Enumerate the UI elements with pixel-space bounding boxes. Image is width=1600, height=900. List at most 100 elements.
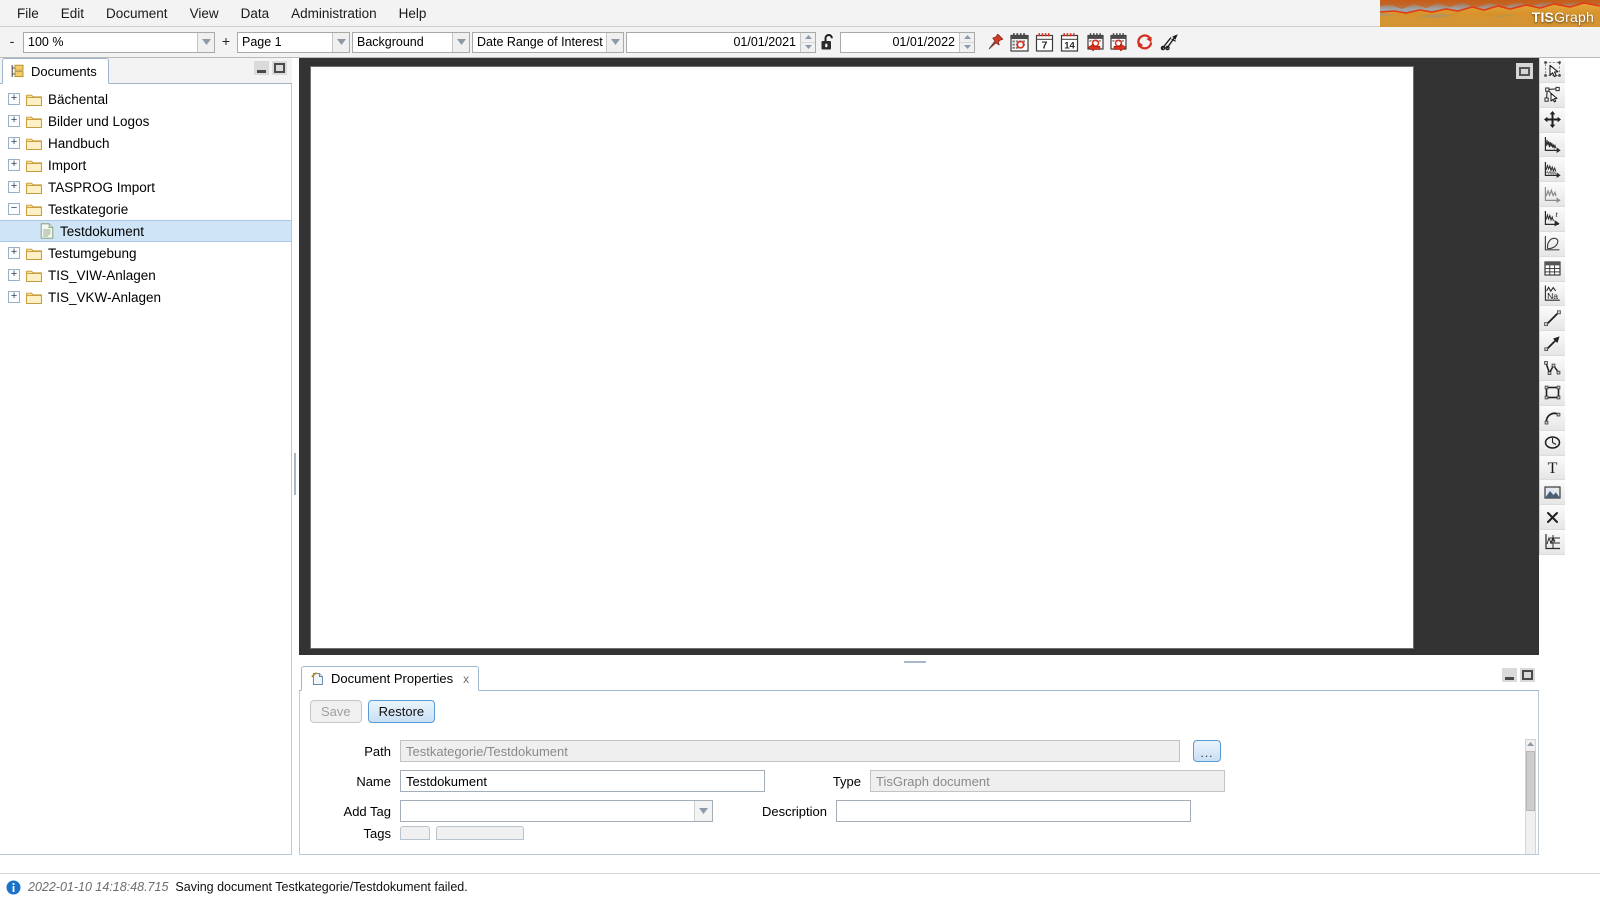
expander-icon[interactable]: + (8, 181, 20, 193)
tool-select[interactable] (1540, 58, 1565, 83)
tool-table[interactable] (1540, 256, 1565, 282)
tree-node-bilder-und-logos[interactable]: + Bilder und Logos (0, 110, 291, 132)
description-input[interactable] (836, 800, 1191, 822)
menu-document[interactable]: Document (95, 2, 179, 25)
calendar-7-button[interactable]: 7 (1032, 30, 1057, 55)
tool-delete[interactable] (1540, 505, 1565, 531)
tool-signal-chart[interactable] (1540, 182, 1565, 208)
page-chevron-down-icon[interactable] (332, 32, 349, 52)
menu-data[interactable]: Data (230, 2, 281, 25)
tool-time-function-chart[interactable]: t (1540, 207, 1565, 232)
calendar-14-button[interactable]: 14 (1057, 30, 1082, 55)
expander-icon[interactable]: + (8, 247, 20, 259)
tree-node-testdokument[interactable]: Testdokument (0, 220, 291, 242)
zoom-combo[interactable]: 100 % (23, 31, 215, 53)
pin-date-range-button[interactable] (982, 30, 1007, 55)
date-to-step-up[interactable] (960, 33, 974, 43)
menu-administration[interactable]: Administration (280, 2, 388, 25)
documents-maximize-button[interactable] (272, 61, 287, 75)
date-range-chevron-down-icon[interactable] (606, 32, 623, 52)
expander-icon[interactable]: + (8, 137, 20, 149)
tree-node-baechental[interactable]: + Bächental (0, 88, 291, 110)
scroll-up-icon[interactable] (1526, 739, 1535, 748)
date-range-combo[interactable]: Date Range of Interest (472, 31, 624, 53)
page-combo[interactable]: Page 1 (237, 31, 350, 53)
menu-help[interactable]: Help (388, 2, 438, 25)
date-from-field[interactable]: 01/01/2021 (626, 31, 816, 53)
tag-chip[interactable] (400, 826, 430, 840)
date-from-step-up[interactable] (801, 33, 815, 43)
add-tag-chevron-down-icon[interactable] (694, 801, 712, 821)
tool-na-curve[interactable]: Na (1540, 281, 1565, 307)
date-to-step-down[interactable] (960, 43, 974, 52)
tree-node-testkategorie[interactable]: − Testkategorie (0, 198, 291, 220)
tool-xy-scatter[interactable] (1540, 231, 1565, 257)
tag-chip[interactable] (436, 826, 524, 840)
tool-timeseries-chart[interactable] (1540, 132, 1565, 158)
tool-move[interactable] (1540, 107, 1565, 133)
date-from-step-down[interactable] (801, 43, 815, 52)
expander-icon[interactable]: + (8, 93, 20, 105)
tool-ellipse[interactable] (1540, 430, 1565, 456)
calendar-today-button[interactable] (1007, 30, 1032, 55)
zoom-chevron-down-icon[interactable] (197, 32, 214, 52)
date-to-stepper[interactable] (959, 32, 974, 52)
menu-file[interactable]: File (6, 2, 50, 25)
tree-node-tis-vkw-anlagen[interactable]: + TIS_VKW-Anlagen (0, 286, 291, 308)
tool-image[interactable] (1540, 480, 1565, 506)
scatter-tool-button[interactable] (1157, 30, 1182, 55)
tree-node-import[interactable]: + Import (0, 154, 291, 176)
tool-multi-trace-chart[interactable] (1540, 157, 1565, 183)
document-canvas[interactable] (299, 58, 1539, 655)
tool-polyline[interactable] (1540, 356, 1565, 381)
tree-node-tasprog-import[interactable]: + TASPROG Import (0, 176, 291, 198)
calendar-shift-back-button[interactable] (1082, 30, 1107, 55)
tab-document-properties[interactable]: Document Properties x (301, 666, 480, 691)
tool-rectangle[interactable] (1540, 380, 1565, 406)
documents-minimize-button[interactable] (254, 61, 269, 75)
date-lock-button[interactable] (817, 30, 839, 55)
tool-axis[interactable] (1540, 530, 1565, 555)
tab-documents[interactable]: Documents (2, 58, 109, 84)
add-tag-combo[interactable] (400, 800, 713, 822)
name-input[interactable]: Testdokument (400, 770, 765, 792)
menu-bar: File Edit Document View Data Administrat… (0, 0, 1600, 27)
properties-scrollbar[interactable] (1525, 739, 1536, 854)
browse-path-button[interactable]: ... (1193, 740, 1221, 762)
layer-combo[interactable]: Background (352, 31, 470, 53)
zoom-in-button[interactable]: + (216, 31, 236, 53)
menu-view[interactable]: View (179, 2, 230, 25)
tool-line[interactable] (1540, 306, 1565, 332)
restore-button[interactable]: Restore (367, 700, 436, 723)
tool-node-edit[interactable] (1540, 82, 1565, 108)
tree-node-tis-viw-anlagen[interactable]: + TIS_VIW-Anlagen (0, 264, 291, 286)
close-icon[interactable]: x (463, 672, 469, 686)
tree-node-testumgebung[interactable]: + Testumgebung (0, 242, 291, 264)
canvas-minimize-button[interactable] (1516, 63, 1533, 79)
calendar-shift-forward-button[interactable] (1107, 30, 1132, 55)
menu-edit[interactable]: Edit (50, 2, 95, 25)
scrollbar-thumb[interactable] (1526, 751, 1535, 811)
properties-maximize-button[interactable] (1520, 668, 1535, 682)
tool-text[interactable]: T (1540, 455, 1565, 481)
date-from-stepper[interactable] (800, 32, 815, 52)
expander-icon[interactable]: + (8, 269, 20, 281)
tree-node-handbuch[interactable]: + Handbuch (0, 132, 291, 154)
vertical-splitter[interactable] (292, 58, 298, 855)
expander-icon[interactable]: + (8, 291, 20, 303)
layer-value: Background (357, 35, 424, 49)
type-field: TisGraph document (870, 770, 1225, 792)
save-button[interactable]: Save (310, 700, 362, 723)
zoom-out-button[interactable]: - (2, 31, 22, 53)
properties-minimize-button[interactable] (1502, 668, 1517, 682)
date-to-field[interactable]: 01/01/2022 (840, 31, 975, 53)
page-sheet[interactable] (310, 66, 1414, 649)
layer-chevron-down-icon[interactable] (452, 32, 469, 52)
expander-icon[interactable]: + (8, 115, 20, 127)
name-label: Name (356, 773, 391, 789)
tool-arc[interactable] (1540, 405, 1565, 431)
collapse-icon[interactable]: − (8, 203, 20, 215)
expander-icon[interactable]: + (8, 159, 20, 171)
tool-arrow[interactable] (1540, 331, 1565, 357)
refresh-button[interactable] (1132, 30, 1157, 55)
